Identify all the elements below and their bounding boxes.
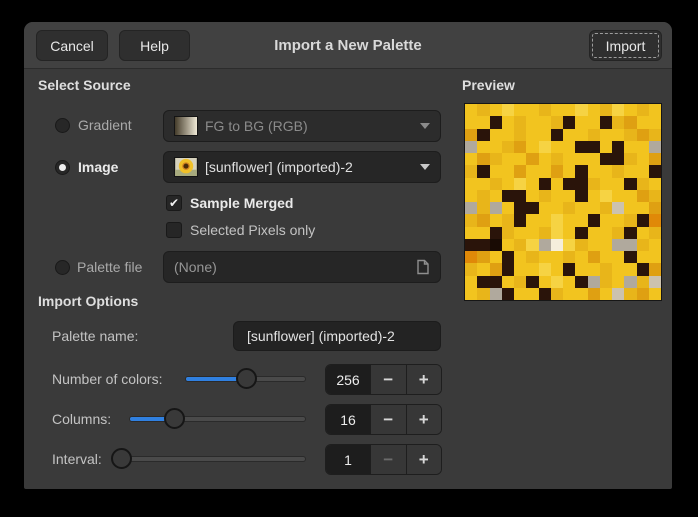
palette-name-input[interactable]: [sunflower] (imported)-2 bbox=[233, 321, 441, 351]
selected-pixels-checkbox[interactable] bbox=[166, 222, 182, 238]
palette-name-label: Palette name: bbox=[52, 328, 138, 344]
interval-spinbox: 1 − + bbox=[325, 444, 442, 475]
sample-merged-checkbox[interactable]: ✔ bbox=[166, 195, 182, 211]
columns-spinbox: 16 − + bbox=[325, 404, 442, 435]
plus-icon: + bbox=[419, 450, 429, 470]
slider-handle[interactable] bbox=[111, 448, 132, 469]
interval-slider[interactable] bbox=[115, 448, 305, 470]
help-button[interactable]: Help bbox=[119, 30, 190, 61]
gradient-thumbnail-icon bbox=[174, 116, 198, 136]
image-combobox[interactable]: [sunflower] (imported)-2 bbox=[163, 151, 441, 183]
sunflower-thumbnail-icon bbox=[174, 157, 198, 177]
number-of-colors-decrement-button[interactable]: − bbox=[370, 365, 406, 394]
preview-heading: Preview bbox=[462, 77, 515, 93]
number-of-colors-value[interactable]: 256 bbox=[326, 365, 370, 394]
import-palette-dialog: Import a New Palette Cancel Help Import … bbox=[24, 22, 672, 489]
number-of-colors-label: Number of colors: bbox=[52, 371, 162, 387]
plus-icon: + bbox=[419, 410, 429, 430]
image-combobox-value: [sunflower] (imported)-2 bbox=[205, 159, 413, 175]
number-of-colors-increment-button[interactable]: + bbox=[406, 365, 442, 394]
gradient-radio-label: Gradient bbox=[78, 117, 132, 133]
selected-pixels-label: Selected Pixels only bbox=[190, 222, 315, 238]
columns-decrement-button[interactable]: − bbox=[370, 405, 406, 434]
plus-icon: + bbox=[419, 370, 429, 390]
slider-handle[interactable] bbox=[236, 368, 257, 389]
check-icon: ✔ bbox=[169, 196, 179, 210]
chevron-down-icon bbox=[420, 123, 430, 129]
minus-icon: − bbox=[383, 410, 393, 430]
header-bar: Import a New Palette Cancel Help Import bbox=[24, 22, 672, 69]
image-radio-label: Image bbox=[78, 159, 118, 175]
columns-slider[interactable] bbox=[130, 408, 305, 430]
palette-file-value: (None) bbox=[174, 259, 409, 275]
image-radio[interactable] bbox=[55, 160, 70, 175]
import-options-heading: Import Options bbox=[38, 293, 138, 309]
minus-icon: − bbox=[383, 370, 393, 390]
chevron-down-icon bbox=[420, 164, 430, 170]
select-source-heading: Select Source bbox=[38, 77, 131, 93]
interval-label: Interval: bbox=[52, 451, 102, 467]
columns-value[interactable]: 16 bbox=[326, 405, 370, 434]
interval-value[interactable]: 1 bbox=[326, 445, 370, 474]
sample-merged-label: Sample Merged bbox=[190, 195, 293, 211]
gradient-radio[interactable] bbox=[55, 118, 70, 133]
palette-file-radio-label: Palette file bbox=[77, 259, 142, 275]
cancel-button[interactable]: Cancel bbox=[36, 30, 108, 61]
palette-file-chooser-button[interactable]: (None) bbox=[163, 251, 441, 283]
number-of-colors-slider[interactable] bbox=[186, 368, 305, 390]
interval-decrement-button: − bbox=[370, 445, 406, 474]
preview-grid bbox=[464, 103, 662, 301]
columns-increment-button[interactable]: + bbox=[406, 405, 442, 434]
gradient-combobox: FG to BG (RGB) bbox=[163, 110, 441, 142]
gradient-combobox-value: FG to BG (RGB) bbox=[205, 118, 413, 134]
slider-handle[interactable] bbox=[164, 408, 185, 429]
file-icon bbox=[416, 259, 430, 275]
minus-icon: − bbox=[383, 450, 393, 470]
palette-file-radio[interactable] bbox=[55, 260, 70, 275]
interval-increment-button[interactable]: + bbox=[406, 445, 442, 474]
number-of-colors-spinbox: 256 − + bbox=[325, 364, 442, 395]
columns-label: Columns: bbox=[52, 411, 111, 427]
import-button[interactable]: Import bbox=[589, 30, 662, 61]
